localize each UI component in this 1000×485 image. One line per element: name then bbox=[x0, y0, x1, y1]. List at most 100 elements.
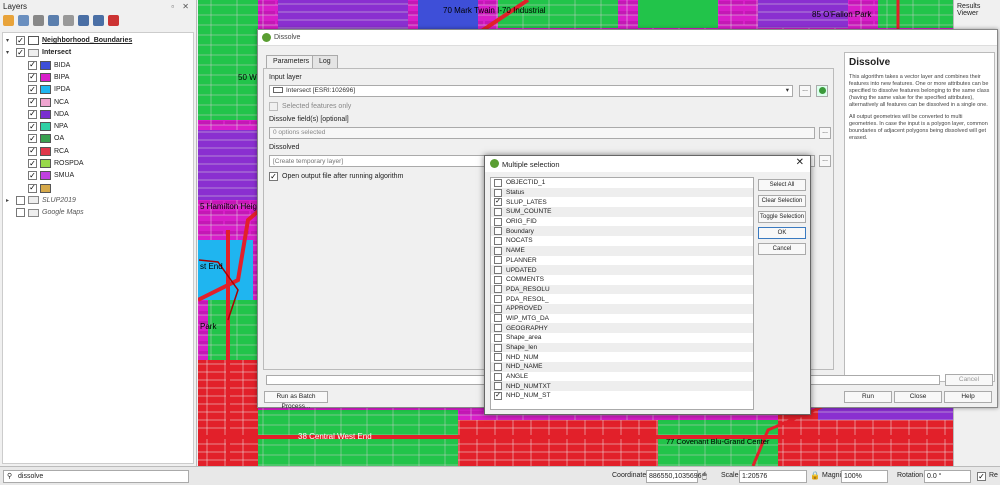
field-list-item[interactable]: ✓ NHD_NUM_ST bbox=[491, 391, 753, 401]
field-list-item[interactable]: Boundary bbox=[491, 226, 753, 237]
field-list-item[interactable]: Shape_len bbox=[491, 342, 753, 353]
field-checkbox[interactable] bbox=[494, 333, 502, 342]
layer-row[interactable]: ✓ bbox=[28, 183, 54, 194]
cancel-button[interactable]: Cancel bbox=[758, 243, 806, 255]
dissolved-output-button[interactable]: ... bbox=[819, 155, 831, 167]
field-checkbox[interactable] bbox=[494, 285, 502, 294]
filter-legend-icon[interactable] bbox=[63, 15, 74, 26]
field-checkbox[interactable] bbox=[494, 295, 502, 304]
field-list-item[interactable]: Shape_area bbox=[491, 333, 753, 343]
layer-visibility-checkbox[interactable]: ✓ bbox=[28, 85, 37, 95]
rotation-field[interactable]: 0.0 ° bbox=[924, 470, 971, 483]
multiple-selection-titlebar[interactable]: Multiple selection ✕ bbox=[485, 156, 810, 172]
field-list-item[interactable]: COMMENTS bbox=[491, 275, 753, 285]
clear-selection-button[interactable]: Clear Selection bbox=[758, 195, 806, 207]
field-list-item[interactable]: ORIG_FID bbox=[491, 217, 753, 227]
field-list-item[interactable]: NAME bbox=[491, 245, 753, 256]
cancel-button[interactable]: Cancel bbox=[945, 374, 993, 386]
layer-visibility-checkbox[interactable]: ✓ bbox=[28, 72, 37, 82]
field-checkbox[interactable] bbox=[494, 353, 502, 362]
field-checkbox[interactable] bbox=[494, 217, 502, 226]
field-list-item[interactable]: OBJECTID_1 bbox=[491, 178, 753, 188]
field-checkbox[interactable] bbox=[494, 246, 502, 255]
tab-log[interactable]: Log bbox=[312, 55, 338, 68]
expand-arrow-icon[interactable]: ▾ bbox=[6, 49, 13, 56]
field-checkbox[interactable] bbox=[494, 236, 502, 245]
expand-arrow-icon[interactable]: ▾ bbox=[6, 37, 13, 44]
layer-row[interactable]: ✓ NCA bbox=[28, 97, 69, 108]
help-button[interactable]: Help bbox=[944, 391, 992, 403]
field-checkbox[interactable] bbox=[494, 382, 502, 391]
remove-layer-icon[interactable] bbox=[108, 15, 119, 26]
field-checkbox[interactable] bbox=[494, 362, 502, 371]
iterate-icon[interactable] bbox=[816, 85, 828, 97]
field-list-item[interactable]: NHD_NUM bbox=[491, 352, 753, 362]
ok-button[interactable]: OK bbox=[758, 227, 806, 239]
add-group-icon[interactable] bbox=[18, 15, 29, 26]
field-list-item[interactable]: WIP_MTG_DA bbox=[491, 314, 753, 324]
field-checkbox[interactable] bbox=[494, 227, 502, 236]
field-list-item[interactable]: NOCATS bbox=[491, 236, 753, 246]
layer-visibility-checkbox[interactable] bbox=[16, 195, 25, 205]
layer-row[interactable]: ✓ OA bbox=[28, 133, 64, 144]
layer-visibility-checkbox[interactable]: ✓ bbox=[28, 134, 37, 144]
field-list-item[interactable]: ANGLE bbox=[491, 372, 753, 382]
eye-icon[interactable] bbox=[33, 15, 44, 26]
field-list-item[interactable]: ✓ SLUP_LATES bbox=[491, 197, 753, 207]
layer-row[interactable]: ▾ ✓ Intersect bbox=[6, 47, 71, 58]
render-checkbox[interactable]: ✓ bbox=[977, 472, 986, 481]
field-list-item[interactable]: NHD_NUMTXT bbox=[491, 381, 753, 392]
input-layer-browse-button[interactable]: ... bbox=[799, 85, 811, 97]
field-list-item[interactable]: UPDATED bbox=[491, 265, 753, 275]
field-list-item[interactable]: NHD_NAME bbox=[491, 362, 753, 372]
field-list-item[interactable]: PDA_RESOL_ bbox=[491, 294, 753, 304]
layer-visibility-checkbox[interactable]: ✓ bbox=[28, 171, 37, 181]
layer-visibility-checkbox[interactable]: ✓ bbox=[28, 146, 37, 156]
layer-row[interactable]: ✓ NDA bbox=[28, 109, 69, 120]
layer-row[interactable]: ✓ BIDA bbox=[28, 60, 70, 71]
magnifier-field[interactable]: 100% bbox=[841, 470, 888, 483]
tab-parameters[interactable]: Parameters bbox=[266, 55, 317, 68]
layer-row[interactable]: ✓ ROSPDA bbox=[28, 158, 84, 169]
layer-row[interactable]: ✓ NPA bbox=[28, 121, 68, 132]
expand-all-icon[interactable] bbox=[78, 15, 89, 26]
field-checkbox[interactable] bbox=[494, 256, 502, 265]
field-checkbox[interactable] bbox=[494, 178, 502, 187]
field-list-item[interactable]: APPROVED bbox=[491, 303, 753, 314]
layer-row[interactable]: ▸ SLUP2019 bbox=[6, 195, 76, 206]
layer-visibility-checkbox[interactable] bbox=[16, 208, 25, 218]
layer-visibility-checkbox[interactable]: ✓ bbox=[28, 60, 37, 70]
field-list-item[interactable]: PDA_RESOLU bbox=[491, 284, 753, 295]
field-checkbox[interactable] bbox=[494, 188, 502, 197]
dissolve-titlebar[interactable]: Dissolve bbox=[258, 30, 997, 46]
layer-row[interactable]: ✓ SMUA bbox=[28, 170, 74, 181]
input-layer-select[interactable]: Intersect [ESRI:102696] ▾ bbox=[269, 85, 793, 97]
layer-visibility-checkbox[interactable]: ✓ bbox=[28, 183, 37, 193]
field-checkbox[interactable]: ✓ bbox=[494, 391, 502, 400]
field-checkbox[interactable] bbox=[494, 266, 502, 275]
run-button[interactable]: Run bbox=[844, 391, 892, 403]
panel-header-buttons[interactable]: ▫ ✕ bbox=[171, 2, 192, 11]
field-checkbox[interactable] bbox=[494, 314, 502, 323]
field-list-item[interactable]: GEOGRAPHY bbox=[491, 323, 753, 333]
layer-visibility-checkbox[interactable]: ✓ bbox=[16, 36, 25, 45]
dissolve-fields-button[interactable]: ... bbox=[819, 127, 831, 139]
selected-only-checkbox[interactable] bbox=[269, 102, 278, 111]
expand-arrow-icon[interactable]: ▸ bbox=[6, 197, 13, 204]
field-list-item[interactable]: PLANNER bbox=[491, 256, 753, 266]
field-checkbox[interactable] bbox=[494, 324, 502, 333]
coordinate-field[interactable]: 886550,1035696 bbox=[646, 470, 702, 483]
field-checkbox[interactable]: ✓ bbox=[494, 198, 502, 207]
close-button[interactable]: Close bbox=[894, 391, 942, 403]
field-list-item[interactable]: Status bbox=[491, 187, 753, 198]
layer-visibility-checkbox[interactable]: ✓ bbox=[28, 109, 37, 119]
layer-row[interactable]: Google Maps bbox=[6, 207, 84, 218]
layer-row[interactable]: ✓ BIPA bbox=[28, 72, 69, 83]
layer-visibility-checkbox[interactable]: ✓ bbox=[28, 97, 37, 107]
layer-row[interactable]: ✓ IPDA bbox=[28, 84, 70, 95]
field-checkbox[interactable] bbox=[494, 207, 502, 216]
batch-process-button[interactable]: Run as Batch Process... bbox=[264, 391, 328, 410]
locator-search[interactable]: ⚲ dissolve bbox=[3, 470, 189, 483]
scale-field[interactable]: 1:20576 bbox=[739, 470, 807, 483]
layer-visibility-checkbox[interactable]: ✓ bbox=[16, 48, 25, 58]
